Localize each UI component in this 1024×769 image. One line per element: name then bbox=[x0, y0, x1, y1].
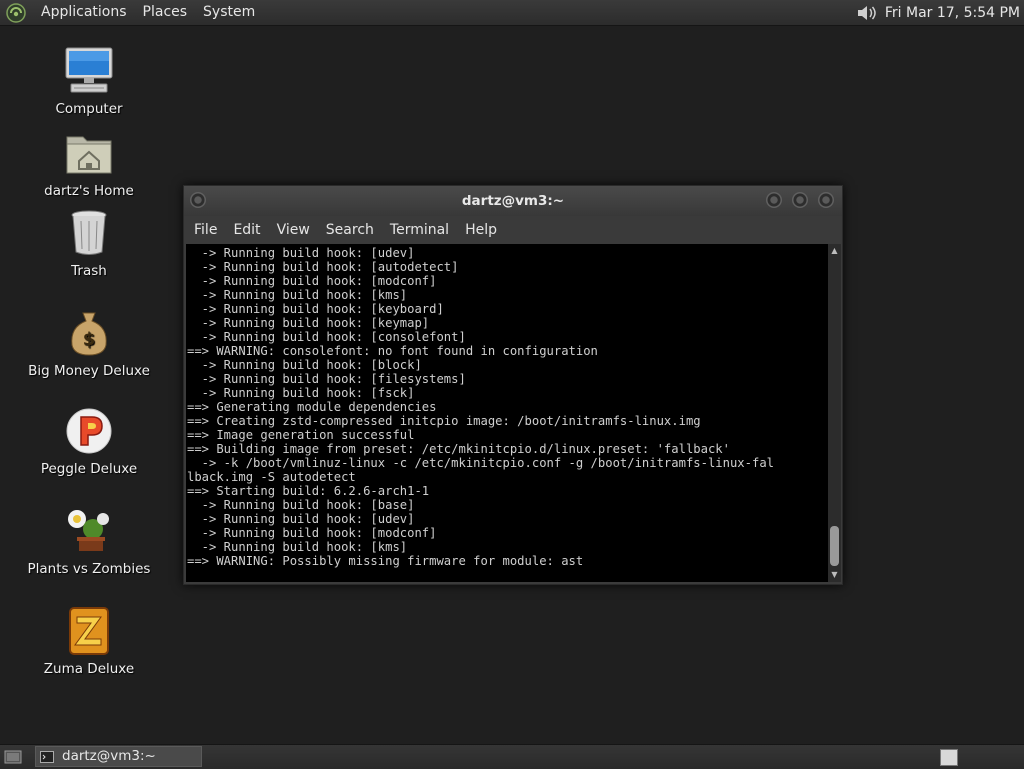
computer-icon bbox=[63, 45, 115, 97]
menu-terminal[interactable]: Terminal bbox=[382, 216, 457, 244]
home-folder-icon bbox=[63, 127, 115, 179]
terminal-output[interactable]: -> Running build hook: [udev] -> Running… bbox=[186, 244, 828, 582]
maximize-button[interactable] bbox=[792, 192, 808, 208]
desktop-icon-label: Zuma Deluxe bbox=[43, 661, 135, 677]
desktop-icon-trash[interactable]: Trash bbox=[19, 207, 159, 279]
applications-menu[interactable]: Applications bbox=[33, 0, 135, 25]
terminal-line: ==> Generating module dependencies bbox=[187, 400, 437, 414]
terminal-line: -> Running build hook: [kms] bbox=[187, 540, 408, 554]
desktop-icon-zuma[interactable]: Zuma Deluxe bbox=[19, 605, 159, 677]
bottom-panel: dartz@vm3:~ bbox=[0, 744, 1024, 769]
window-title: dartz@vm3:~ bbox=[461, 193, 565, 209]
terminal-line: ==> Building image from preset: /etc/mki… bbox=[187, 442, 730, 456]
desktop-icon-label: Big Money Deluxe bbox=[28, 363, 150, 379]
terminal-line: -> Running build hook: [base] bbox=[187, 498, 415, 512]
money-bag-icon: $ bbox=[63, 307, 115, 359]
close-button[interactable] bbox=[818, 192, 834, 208]
terminal-icon bbox=[40, 750, 54, 763]
terminal-line: -> Running build hook: [keyboard] bbox=[187, 302, 444, 316]
menu-view[interactable]: View bbox=[269, 216, 318, 244]
terminal-line: -> Running build hook: [keymap] bbox=[187, 316, 430, 330]
minimize-button[interactable] bbox=[766, 192, 782, 208]
menu-file[interactable]: File bbox=[186, 216, 225, 244]
terminal-line: ==> Starting build: 6.2.6-arch1-1 bbox=[187, 484, 430, 498]
taskbar-task-label: dartz@vm3:~ bbox=[62, 748, 156, 764]
terminal-line: -> -k /boot/vmlinuz-linux -c /etc/mkinit… bbox=[187, 456, 774, 470]
clock[interactable]: Fri Mar 17, 5:54 PM bbox=[885, 5, 1020, 21]
terminal-line: ==> Creating zstd-compressed initcpio im… bbox=[187, 414, 701, 428]
menu-edit[interactable]: Edit bbox=[225, 216, 268, 244]
terminal-line: lback.img -S autodetect bbox=[187, 470, 356, 484]
terminal-line: -> Running build hook: [udev] bbox=[187, 512, 415, 526]
plants-vs-zombies-icon bbox=[63, 505, 115, 557]
terminal-line: ==> WARNING: Possibly missing firmware f… bbox=[187, 554, 584, 568]
show-desktop-icon[interactable] bbox=[4, 748, 22, 766]
taskbar-terminal-button[interactable]: dartz@vm3:~ bbox=[35, 746, 202, 767]
svg-text:$: $ bbox=[83, 329, 96, 350]
terminal-window[interactable]: dartz@vm3:~ File Edit View Search Termin… bbox=[183, 185, 843, 585]
terminal-scrollbar[interactable]: ▲ ▼ bbox=[828, 244, 841, 582]
window-menu-button[interactable] bbox=[190, 192, 206, 208]
desktop-icon-home[interactable]: dartz's Home bbox=[19, 127, 159, 199]
peggle-icon bbox=[63, 405, 115, 457]
system-menu[interactable]: System bbox=[195, 0, 263, 25]
desktop-icon-label: Peggle Deluxe bbox=[40, 461, 138, 477]
workspace-switcher[interactable] bbox=[940, 749, 958, 766]
scroll-up-icon[interactable]: ▲ bbox=[830, 247, 839, 255]
terminal-line: -> Running build hook: [modconf] bbox=[187, 526, 437, 540]
top-panel: Applications Places System Fri Mar 17, 5… bbox=[0, 0, 1024, 26]
terminal-line: -> Running build hook: [consolefont] bbox=[187, 330, 466, 344]
desktop-icon-label: Computer bbox=[55, 101, 123, 117]
zuma-icon bbox=[63, 605, 115, 657]
desktop-icon-label: dartz's Home bbox=[44, 183, 134, 199]
menu-help[interactable]: Help bbox=[457, 216, 505, 244]
terminal-line: -> Running build hook: [kms] bbox=[187, 288, 408, 302]
scroll-down-icon[interactable]: ▼ bbox=[830, 571, 839, 579]
terminal-line: -> Running build hook: [block] bbox=[187, 358, 422, 372]
terminal-line: ==> WARNING: consolefont: no font found … bbox=[187, 344, 598, 358]
menu-search[interactable]: Search bbox=[318, 216, 382, 244]
desktop-icon-label: Trash bbox=[71, 263, 107, 279]
terminal-menubar: File Edit View Search Terminal Help bbox=[184, 216, 842, 244]
window-titlebar[interactable]: dartz@vm3:~ bbox=[184, 186, 842, 216]
terminal-line: -> Running build hook: [fsck] bbox=[187, 386, 415, 400]
desktop-icon-big-money[interactable]: $ Big Money Deluxe bbox=[19, 307, 159, 379]
terminal-line: ==> Image generation successful bbox=[187, 428, 415, 442]
distro-logo-icon[interactable] bbox=[6, 2, 26, 23]
desktop-icon-peggle[interactable]: Peggle Deluxe bbox=[19, 405, 159, 477]
desktop-icon-plants-vs-zombies[interactable]: Plants vs Zombies bbox=[19, 505, 159, 577]
places-menu[interactable]: Places bbox=[135, 0, 196, 25]
volume-icon[interactable] bbox=[855, 3, 877, 23]
terminal-line: -> Running build hook: [modconf] bbox=[187, 274, 437, 288]
trash-icon bbox=[63, 207, 115, 259]
terminal-line: -> Running build hook: [autodetect] bbox=[187, 260, 459, 274]
terminal-line: -> Running build hook: [udev] bbox=[187, 246, 415, 260]
desktop-icon-label: Plants vs Zombies bbox=[27, 561, 151, 577]
desktop-icon-computer[interactable]: Computer bbox=[19, 45, 159, 117]
scroll-thumb[interactable] bbox=[830, 526, 839, 566]
terminal-line: -> Running build hook: [filesystems] bbox=[187, 372, 466, 386]
